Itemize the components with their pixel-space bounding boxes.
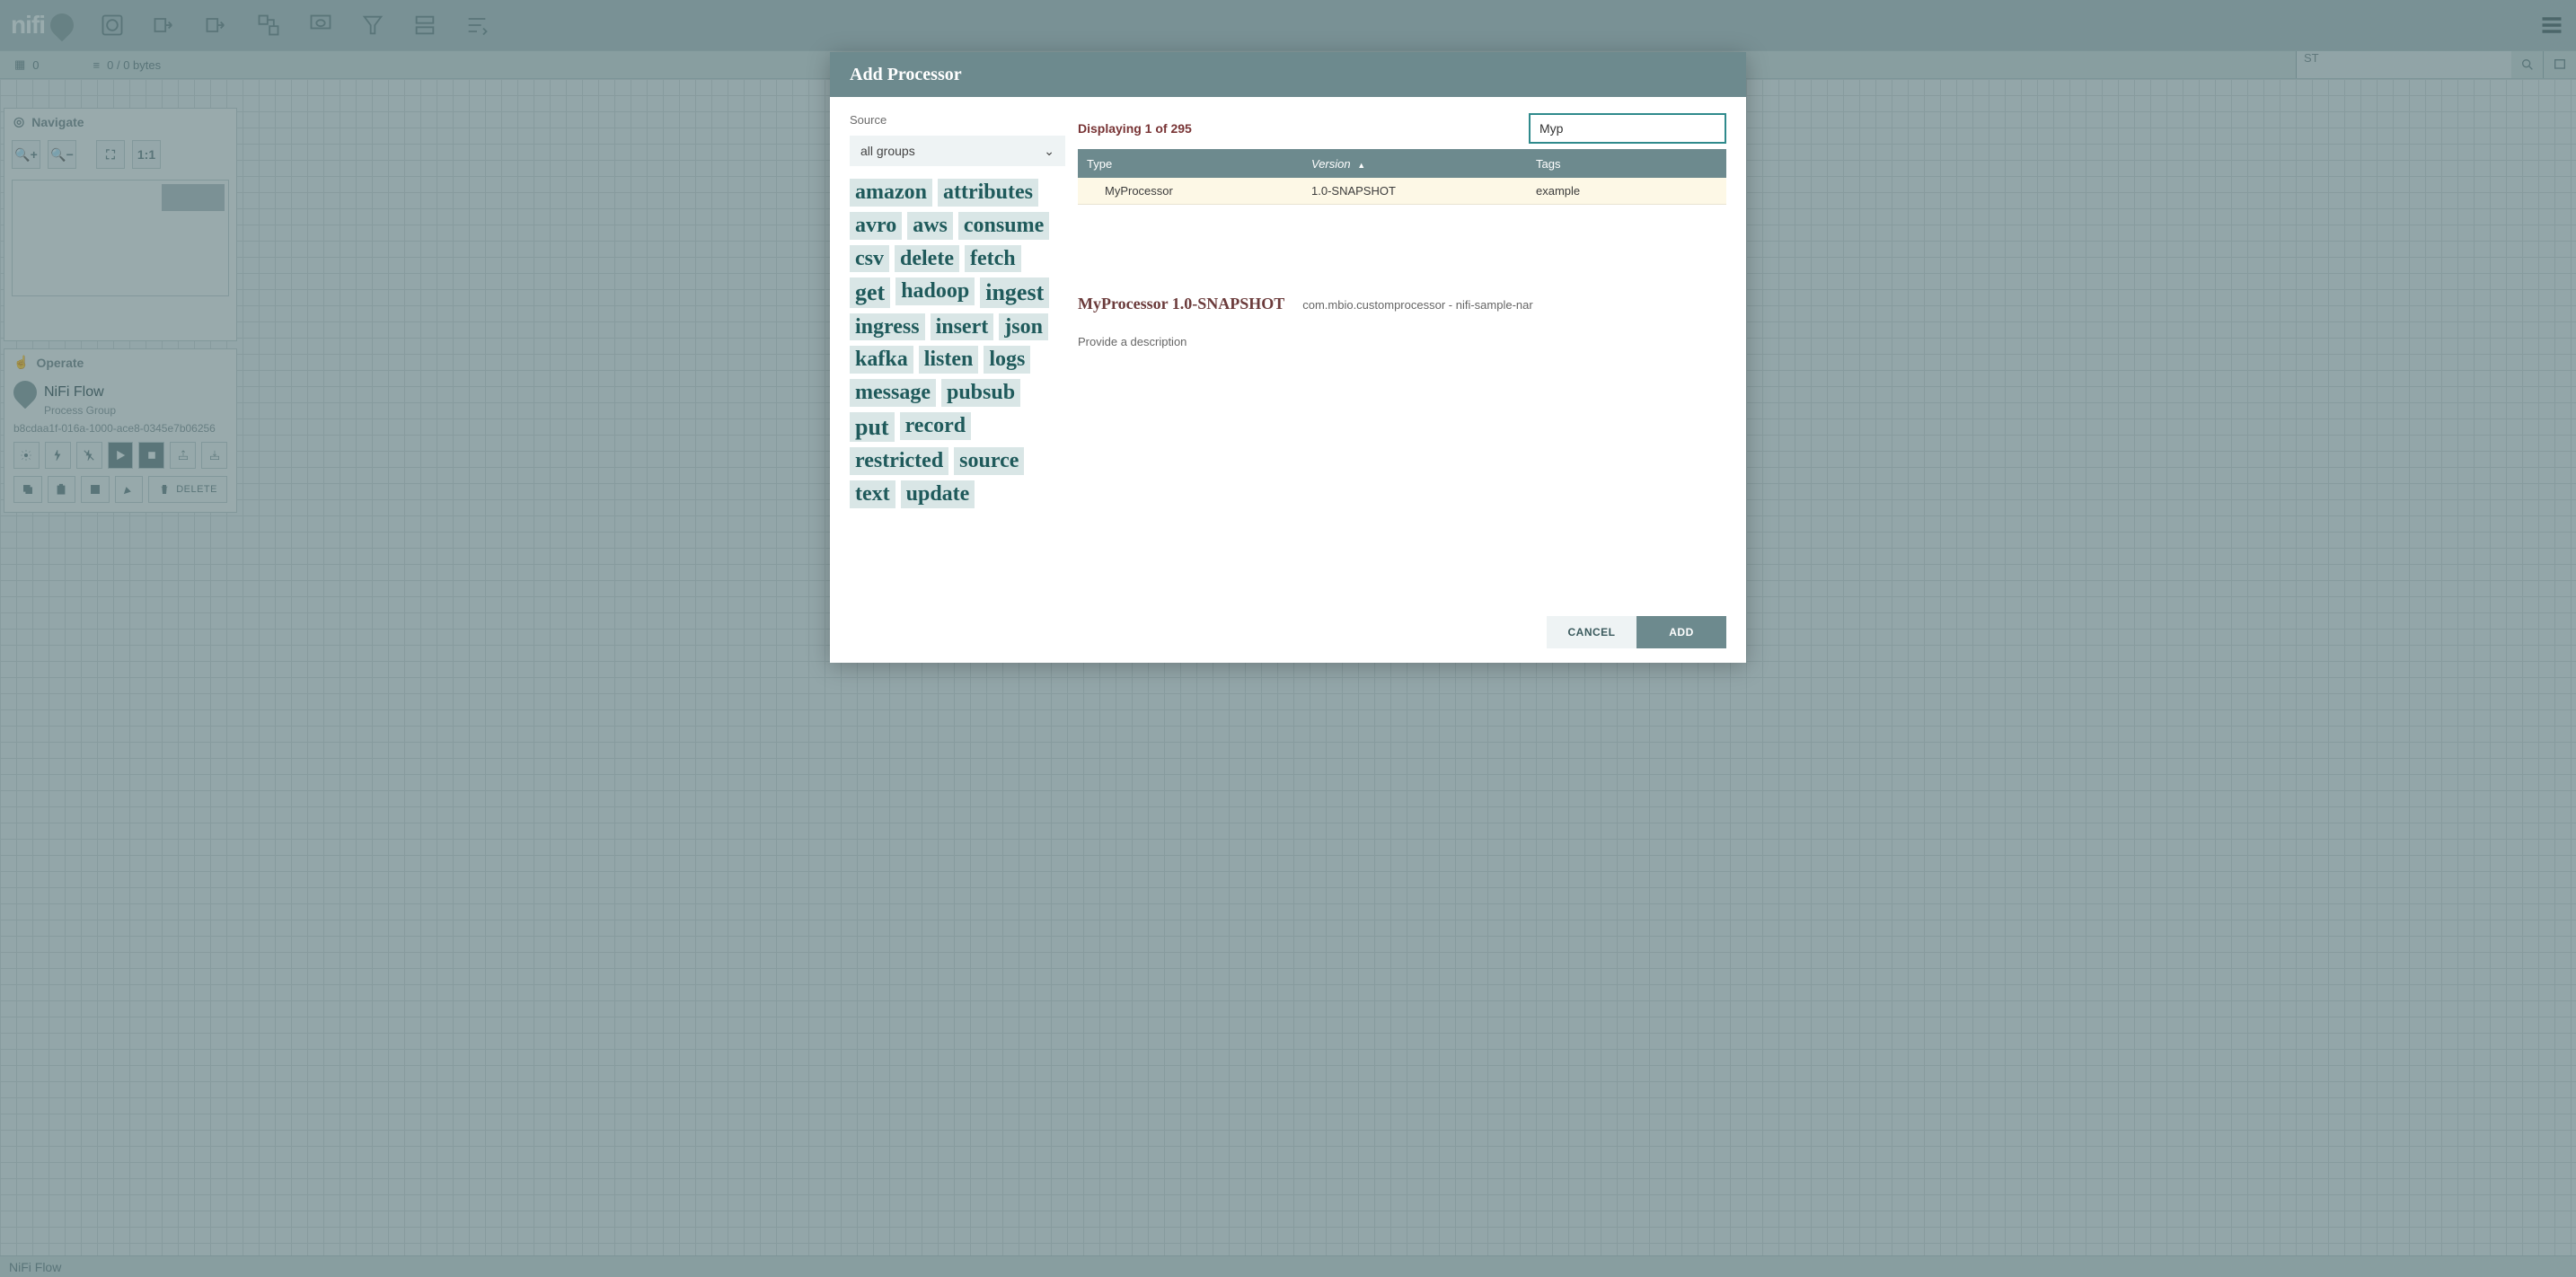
tag-listen[interactable]: listen [919, 346, 979, 374]
tag-text[interactable]: text [850, 480, 895, 508]
header-tags[interactable]: Tags [1527, 157, 1726, 171]
tag-pubsub[interactable]: pubsub [941, 379, 1020, 407]
tag-update[interactable]: update [901, 480, 975, 508]
modal-overlay: Add Processor Source all groups ⌄ amazon… [0, 0, 2576, 1277]
tag-ingress[interactable]: ingress [850, 313, 925, 341]
tag-csv[interactable]: csv [850, 245, 889, 273]
tag-get[interactable]: get [850, 277, 890, 307]
table-body: MyProcessor1.0-SNAPSHOTexample [1078, 178, 1726, 205]
sort-asc-icon: ▲ [1357, 161, 1365, 170]
dialog-title: Add Processor [830, 52, 1746, 97]
tag-logs[interactable]: logs [984, 346, 1030, 374]
tag-restricted[interactable]: restricted [850, 447, 948, 475]
header-version[interactable]: Version ▲ [1302, 157, 1527, 171]
details-description: Provide a description [1078, 335, 1726, 348]
source-select[interactable]: all groups ⌄ [850, 136, 1065, 166]
cell-tags: example [1527, 184, 1726, 198]
tag-kafka[interactable]: kafka [850, 346, 913, 374]
tag-avro[interactable]: avro [850, 212, 902, 240]
tag-hadoop[interactable]: hadoop [895, 277, 975, 305]
tag-attributes[interactable]: attributes [938, 179, 1038, 207]
tag-message[interactable]: message [850, 379, 936, 407]
tag-insert[interactable]: insert [931, 313, 994, 341]
tag-amazon[interactable]: amazon [850, 179, 932, 207]
table-row[interactable]: MyProcessor1.0-SNAPSHOTexample [1078, 178, 1726, 205]
source-selected: all groups [860, 144, 915, 158]
tag-ingest[interactable]: ingest [980, 277, 1049, 307]
source-label: Source [850, 113, 1065, 127]
cell-version: 1.0-SNAPSHOT [1302, 184, 1527, 198]
display-count: Displaying 1 of 295 [1078, 121, 1192, 136]
cancel-button[interactable]: CANCEL [1547, 616, 1636, 648]
header-version-text: Version [1311, 157, 1351, 171]
tag-put[interactable]: put [850, 412, 895, 442]
add-button[interactable]: ADD [1636, 616, 1726, 648]
cell-type: MyProcessor [1078, 184, 1302, 198]
details-title: MyProcessor 1.0-SNAPSHOT [1078, 295, 1284, 313]
chevron-down-icon: ⌄ [1044, 144, 1054, 159]
tag-aws[interactable]: aws [907, 212, 953, 240]
header-type[interactable]: Type [1078, 157, 1302, 171]
add-processor-dialog: Add Processor Source all groups ⌄ amazon… [830, 52, 1746, 663]
table-header: Type Version ▲ Tags [1078, 149, 1726, 178]
tag-json[interactable]: json [999, 313, 1048, 341]
tag-cloud: amazonattributes avroawsconsume csvdeletef… [850, 179, 1065, 508]
tag-fetch[interactable]: fetch [965, 245, 1021, 273]
tag-delete[interactable]: delete [895, 245, 959, 273]
tag-record[interactable]: record [900, 412, 972, 440]
filter-input[interactable] [1529, 113, 1726, 144]
tag-consume[interactable]: consume [958, 212, 1049, 240]
tag-source[interactable]: source [954, 447, 1024, 475]
details-nar: com.mbio.customprocessor - nifi-sample-n… [1302, 298, 1532, 312]
